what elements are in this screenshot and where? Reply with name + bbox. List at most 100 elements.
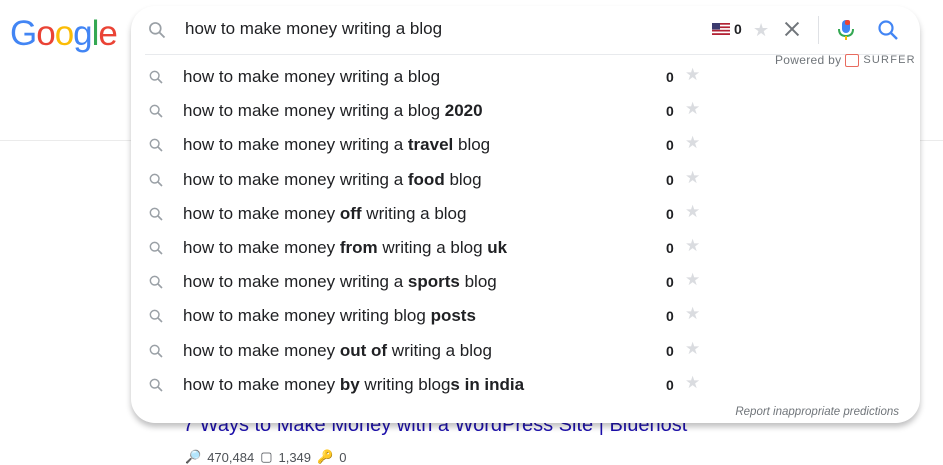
- suggestion-item[interactable]: how to make money out of writing a blog 0…: [131, 334, 920, 368]
- divider: [818, 16, 819, 44]
- suggestion-item[interactable]: how to make money off writing a blog 0 ★: [131, 197, 920, 231]
- suggestion-text: how to make money out of writing a blog: [183, 341, 492, 361]
- stat-keys: 0: [339, 449, 347, 465]
- suggestion-text: how to make money writing a travel blog: [183, 135, 490, 155]
- keyword-volume: 0: [734, 21, 742, 37]
- clear-icon[interactable]: [781, 18, 803, 40]
- suggestion-item[interactable]: how to make money writing blog posts 0 ★: [131, 299, 920, 333]
- suggestion-item[interactable]: how to make money writing a food blog 0 ★: [131, 163, 920, 197]
- suggestion-part: blog: [453, 135, 491, 155]
- suggestion-volume: 0: [666, 171, 674, 188]
- suggestion-bold-part: 2020: [444, 101, 483, 121]
- stat-searches: 470,484: [207, 449, 255, 465]
- search-icon: [149, 207, 163, 221]
- suggestion-item[interactable]: how to make money from writing a blog uk…: [131, 231, 920, 265]
- suggestion-item[interactable]: how to make money writing a travel blog 0…: [131, 128, 920, 162]
- suggestion-bold-part: by: [339, 374, 360, 394]
- suggestion-text: how to make money from writing a blog uk: [183, 238, 507, 258]
- search-icon: [149, 173, 163, 187]
- suggestion-part: how to make money: [183, 237, 340, 257]
- star-icon[interactable]: ★: [685, 202, 700, 222]
- us-flag-icon: [712, 23, 730, 35]
- suggestion-bold-part: from: [339, 237, 378, 257]
- logo-letter: g: [73, 14, 92, 53]
- suggestion-bold-part: posts: [430, 306, 476, 326]
- suggestion-volume: 0: [666, 376, 674, 393]
- suggestion-part: how to make money writing blog: [183, 306, 431, 326]
- search-icon: [149, 344, 163, 358]
- suggestion-bold-part: off: [339, 203, 362, 223]
- search-button-icon[interactable]: [876, 18, 900, 42]
- microphone-icon[interactable]: [835, 18, 857, 42]
- suggestion-text: how to make money off writing a blog: [183, 204, 466, 224]
- suggestion-bold-part: sports: [407, 272, 460, 292]
- star-icon[interactable]: ★: [685, 168, 700, 188]
- suggestion-text: how to make money writing a sports blog: [183, 272, 497, 292]
- suggestion-item[interactable]: how to make money writing a sports blog 0…: [131, 265, 920, 299]
- search-volume-icon: 🔎: [185, 449, 202, 464]
- search-icon: [149, 104, 163, 118]
- suggestion-text: how to make money writing a blog 2020: [183, 101, 483, 121]
- key-icon: 🔑: [317, 449, 334, 464]
- suggestion-volume: 0: [666, 137, 674, 154]
- suggestion-bold-part: s in india: [450, 374, 525, 394]
- search-icon: [149, 22, 166, 39]
- suggestion-text: how to make money writing a food blog: [183, 170, 482, 190]
- suggestion-text: how to make money writing a blog: [183, 67, 440, 87]
- suggestion-volume: 0: [666, 342, 674, 359]
- suggestion-text: how to make money writing blog posts: [183, 306, 476, 326]
- google-logo[interactable]: Google: [10, 14, 118, 54]
- suggestion-bold-part: out of: [339, 340, 388, 360]
- suggestion-item[interactable]: how to make money writing a blog 0 ★: [131, 60, 920, 94]
- suggestion-volume: 0: [666, 308, 674, 325]
- suggestion-part: how to make money writing a blog: [183, 101, 445, 121]
- star-icon[interactable]: ★: [753, 20, 769, 41]
- suggestion-item[interactable]: how to make money writing a blog 2020 0 ★: [131, 94, 920, 128]
- report-link[interactable]: Report inappropriate predictions: [735, 406, 899, 418]
- suggestion-list: how to make money writing a blog 0 ★ how to…: [131, 60, 920, 402]
- star-icon[interactable]: ★: [685, 339, 700, 359]
- comment-icon: ▢: [260, 449, 273, 464]
- suggestion-part: writing blog: [359, 374, 451, 394]
- suggestion-part: blog: [459, 272, 497, 292]
- search-icon: [149, 138, 163, 152]
- search-input[interactable]: [183, 18, 687, 40]
- logo-letter: G: [10, 14, 37, 53]
- suggestion-volume: 0: [666, 274, 674, 291]
- star-icon[interactable]: ★: [685, 99, 700, 119]
- suggestion-volume: 0: [666, 239, 674, 256]
- suggestion-item[interactable]: how to make money by writing blogs in in…: [131, 368, 920, 402]
- star-icon[interactable]: ★: [685, 133, 700, 153]
- star-icon[interactable]: ★: [685, 270, 700, 290]
- logo-letter: e: [98, 14, 117, 53]
- suggestion-bold-part: travel: [407, 135, 454, 155]
- suggestion-part: how to make money: [183, 203, 340, 223]
- suggestion-part: how to make money writing a: [183, 272, 408, 292]
- suggestion-part: blog: [444, 169, 482, 189]
- search-icon: [149, 378, 163, 392]
- stat-comments: 1,349: [278, 449, 312, 465]
- suggestion-part: how to make money writing a: [183, 135, 408, 155]
- search-icon: [149, 275, 163, 289]
- suggestion-part: how to make money: [183, 374, 340, 394]
- suggestion-part: how to make money writing a: [183, 169, 408, 189]
- star-icon[interactable]: ★: [685, 304, 700, 324]
- star-icon[interactable]: ★: [685, 373, 700, 393]
- suggestion-bold-part: uk: [487, 237, 508, 257]
- star-icon[interactable]: ★: [685, 65, 700, 85]
- star-icon[interactable]: ★: [685, 236, 700, 256]
- logo-letter: o: [54, 14, 74, 53]
- suggestion-volume: 0: [666, 205, 674, 222]
- result-stats: 🔎 470,484 ▢ 1,349 🔑 0: [185, 449, 346, 465]
- suggestion-part: writing a blog: [387, 340, 492, 360]
- search-dropdown: 0 ★ Powered by SURFER how to make money …: [131, 6, 920, 423]
- suggestion-text: how to make money by writing blogs in in…: [183, 375, 524, 395]
- search-box: 0 ★: [131, 6, 920, 54]
- logo-letter: o: [36, 14, 55, 53]
- suggestion-volume: 0: [666, 103, 674, 120]
- suggestion-bold-part: food: [407, 169, 445, 189]
- suggestion-part: writing a blog: [377, 237, 488, 257]
- search-icon: [149, 309, 163, 323]
- suggestion-part: writing a blog: [361, 203, 467, 223]
- search-icon: [149, 70, 163, 84]
